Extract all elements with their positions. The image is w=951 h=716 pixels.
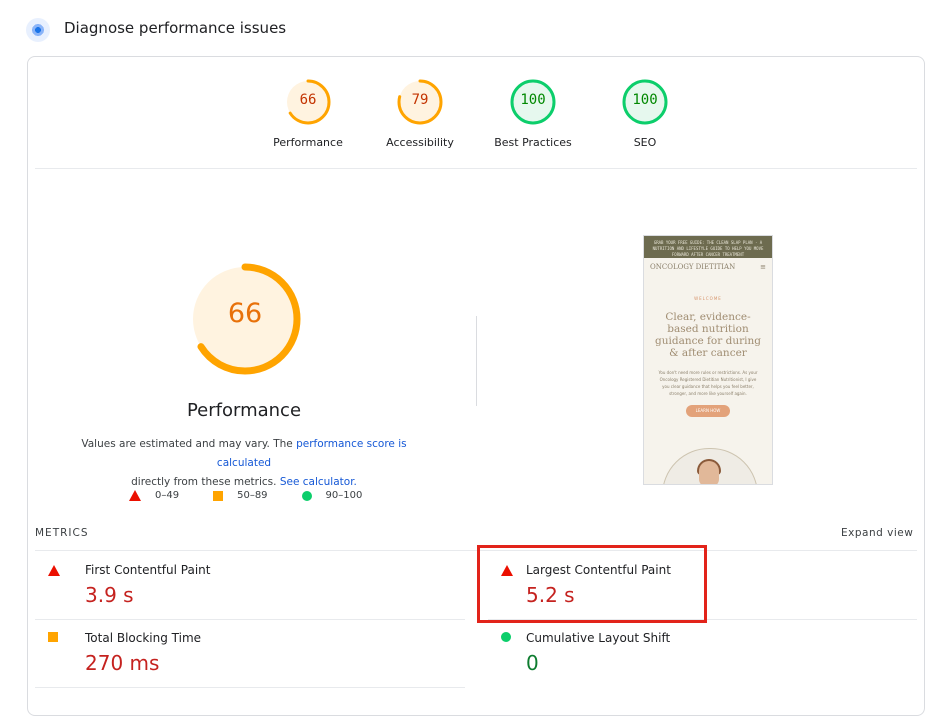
average-square-icon	[213, 490, 224, 501]
page-screenshot[interactable]: GRAB YOUR FREE GUIDE: THE CLEAN SLAP PLA…	[643, 235, 773, 485]
section-title: Diagnose performance issues	[64, 19, 287, 37]
site-paragraph: You don't need more rules or restriction…	[658, 370, 758, 396]
metric-label: Total Blocking Time	[85, 631, 202, 645]
fail-triangle-icon	[129, 490, 141, 501]
gauge-label: Performance	[273, 136, 343, 149]
gauge-best-practices[interactable]: 100 Best Practices	[477, 78, 589, 149]
metric-label: Cumulative Layout Shift	[526, 631, 671, 645]
pass-circle-icon	[501, 632, 511, 642]
hamburger-icon: ≡	[760, 263, 766, 271]
gauge-performance[interactable]: 66 Performance	[252, 78, 364, 149]
divider	[35, 687, 465, 688]
gauge-accessibility[interactable]: 79 Accessibility	[364, 78, 476, 149]
site-photo-face	[699, 461, 719, 484]
metric-total-blocking-time: Total Blocking Time 270 ms	[48, 631, 448, 683]
site-welcome: WELCOME	[694, 296, 722, 301]
site-brand: ONCOLOGY DIETITIAN	[650, 263, 736, 271]
metric-value: 270 ms	[85, 651, 160, 675]
gauge-score: 100	[632, 92, 658, 108]
performance-title: Performance	[186, 400, 302, 421]
gauge-label: Best Practices	[494, 136, 572, 149]
metric-value: 0	[526, 651, 539, 675]
gauge-label: Accessibility	[386, 136, 454, 149]
site-heading: Clear, evidence-based nutrition guidance…	[655, 311, 761, 359]
lighthouse-icon	[26, 18, 50, 42]
vertical-divider	[476, 316, 477, 406]
site-button: LEARN HOW	[686, 405, 730, 417]
metric-first-contentful-paint: First Contentful Paint 3.9 s	[48, 563, 448, 615]
legend-item: 0–49	[129, 490, 179, 501]
see-calculator-link[interactable]: See calculator.	[280, 476, 357, 488]
performance-score: 66	[227, 298, 263, 329]
legend-item: 50–89	[213, 490, 268, 501]
site-banner: GRAB YOUR FREE GUIDE: THE CLEAN SLAP PLA…	[644, 236, 772, 258]
pass-circle-icon	[301, 490, 312, 501]
legend-item: 90–100	[301, 490, 362, 501]
gauge-score: 66	[299, 92, 317, 108]
site-nav: ONCOLOGY DIETITIAN ≡	[644, 258, 772, 276]
metrics-title: METRICS	[35, 527, 89, 539]
average-square-icon	[48, 632, 58, 642]
divider	[35, 168, 917, 169]
highlight-box	[477, 545, 707, 623]
divider	[35, 619, 465, 620]
gauge-score: 100	[520, 92, 546, 108]
gauge-seo[interactable]: 100 SEO	[589, 78, 701, 149]
divider	[35, 550, 917, 551]
gauge-label: SEO	[633, 136, 657, 149]
metric-cumulative-layout-shift: Cumulative Layout Shift 0	[501, 631, 901, 683]
score-note: Values are estimated and may vary. The p…	[81, 438, 407, 488]
score-legend: 0–49 50–89 90–100	[129, 490, 396, 501]
gauge-score: 79	[411, 92, 429, 108]
metric-label: First Contentful Paint	[85, 563, 211, 577]
expand-view-button[interactable]: Expand view	[841, 527, 913, 539]
fail-triangle-icon	[48, 565, 60, 576]
metric-value: 3.9 s	[85, 583, 134, 607]
